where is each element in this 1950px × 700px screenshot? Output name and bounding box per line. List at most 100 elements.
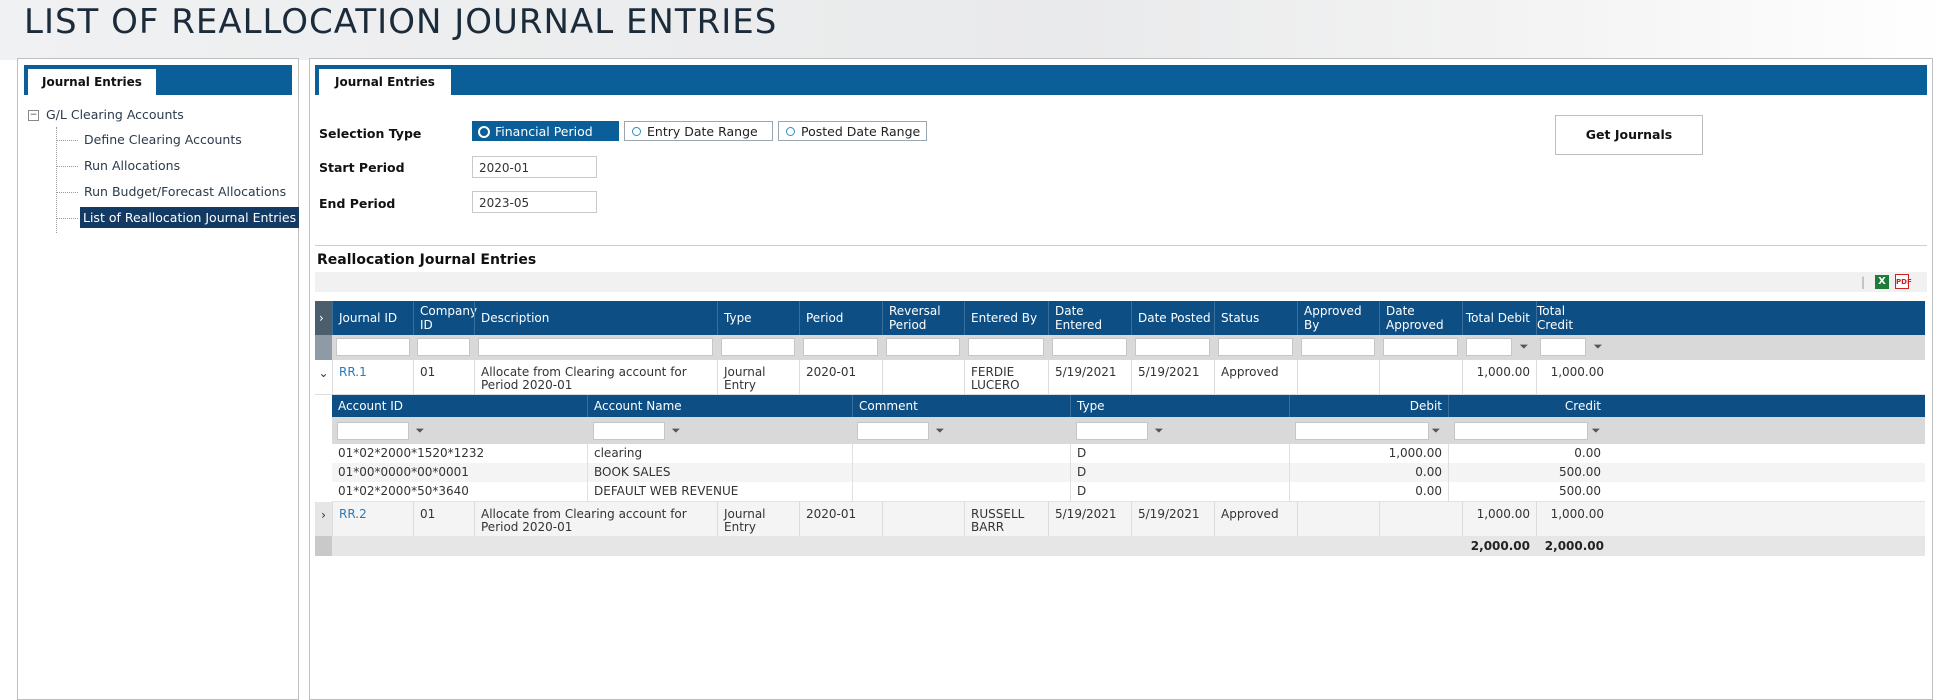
expand-row-icon[interactable]: › [315, 502, 332, 536]
cell-status: Approved [1214, 360, 1297, 394]
start-period-label: Start Period [319, 160, 405, 175]
cell-account-id: 01*02*2000*50*3640 [338, 484, 469, 498]
radio-posted-date-range[interactable]: Posted Date Range [778, 121, 927, 141]
cell-account-id: 01*00*0000*00*0001 [338, 465, 469, 479]
cell-date-approved [1379, 360, 1462, 394]
collapse-row-icon[interactable]: ⌄ [315, 360, 332, 394]
detail-grid: Account ID Account Name Comment Type Deb… [332, 395, 1925, 502]
col-debit[interactable]: Debit [1289, 395, 1448, 417]
totals-row: 2,000.00 2,000.00 [315, 536, 1925, 556]
col-account-id[interactable]: Account ID [332, 395, 587, 417]
col-company-id[interactable]: Company ID [413, 301, 477, 335]
col-approved-by[interactable]: Approved By [1297, 301, 1379, 335]
cell-comment [852, 444, 1070, 463]
navigation-panel: Journal Entries − G/L Clearing Accounts … [17, 58, 300, 700]
col-status[interactable]: Status [1214, 301, 1297, 335]
col-date-posted[interactable]: Date Posted [1131, 301, 1214, 335]
col-total-debit[interactable]: Total Debit [1462, 301, 1536, 335]
col-account-name[interactable]: Account Name [587, 395, 852, 417]
tree-root-gl-clearing[interactable]: − G/L Clearing Accounts [26, 103, 299, 127]
radio-financial-period[interactable]: Financial Period [472, 121, 619, 141]
filter-approved-by[interactable] [1301, 338, 1375, 356]
right-tab-strip: Journal Entries [315, 65, 1927, 95]
detail-row[interactable]: 01*00*0000*00*0001 BOOK SALES D 0.00 500… [332, 463, 1925, 483]
filter-journal-id[interactable] [336, 338, 410, 356]
filter-date-posted[interactable] [1135, 338, 1210, 356]
radio-entry-date-range[interactable]: Entry Date Range [624, 121, 773, 141]
filter-description[interactable] [478, 338, 713, 356]
filter-icon[interactable]: ⏷ [1151, 423, 1167, 439]
col-date-approved[interactable]: Date Approved [1379, 301, 1462, 335]
pdf-export-icon[interactable]: PDF [1895, 274, 1912, 289]
col-entered-by[interactable]: Entered By [964, 301, 1048, 335]
cell-credit: 500.00 [1448, 482, 1607, 501]
filter-reversal-period[interactable] [886, 338, 960, 356]
tree-item-run-allocations[interactable]: Run Allocations [26, 153, 299, 179]
grid-toolbar: | X PDF [315, 272, 1927, 292]
start-period-input[interactable]: 2020-01 [472, 156, 597, 178]
filter-account-name[interactable] [593, 422, 665, 440]
col-period[interactable]: Period [799, 301, 882, 335]
col-detail-type[interactable]: Type [1070, 395, 1289, 417]
expand-all-icon[interactable]: › [315, 301, 332, 335]
col-date-entered[interactable]: Date Entered [1048, 301, 1131, 335]
filter-detail-type[interactable] [1076, 422, 1148, 440]
divider [315, 245, 1927, 246]
col-description[interactable]: Description [474, 301, 717, 335]
filter-total-credit[interactable] [1540, 338, 1586, 356]
col-total-credit[interactable]: Total Credit [1536, 301, 1610, 335]
cell-approved-by [1297, 360, 1379, 394]
table-row[interactable]: › RR.2 01 Allocate from Clearing account… [315, 502, 1925, 537]
excel-export-icon[interactable]: X [1875, 275, 1889, 289]
radio-selected-icon [478, 126, 490, 138]
cell-reversal-period [882, 360, 964, 394]
filter-status[interactable] [1218, 338, 1293, 356]
filter-credit[interactable] [1454, 422, 1588, 440]
tree-item-label: List of Reallocation Journal Entries [80, 207, 300, 228]
filter-entered-by[interactable] [968, 338, 1044, 356]
filter-comment[interactable] [857, 422, 929, 440]
end-period-input[interactable]: 2023-05 [472, 191, 597, 213]
filter-date-entered[interactable] [1052, 338, 1127, 356]
filter-icon[interactable]: ⏷ [1588, 423, 1604, 439]
col-comment[interactable]: Comment [852, 395, 1070, 417]
col-credit[interactable]: Credit [1448, 395, 1607, 417]
col-type[interactable]: Type [717, 301, 799, 335]
col-journal-id[interactable]: Journal ID [332, 301, 413, 335]
get-journals-button[interactable]: Get Journals [1555, 115, 1703, 155]
tab-journal-entries-left[interactable]: Journal Entries [28, 69, 156, 95]
col-reversal-period[interactable]: Reversal Period [882, 301, 964, 335]
tree-item-list-reallocation-journal-entries[interactable]: List of Reallocation Journal Entries [26, 205, 300, 231]
filter-icon[interactable]: ⏷ [1590, 339, 1606, 355]
cell-date-posted: 5/19/2021 [1131, 502, 1214, 536]
tree-item-label: Define Clearing Accounts [84, 132, 242, 147]
collapse-icon[interactable]: − [28, 110, 39, 121]
cell-credit: 0.00 [1448, 444, 1607, 463]
filter-company-id[interactable] [417, 338, 470, 356]
filter-icon[interactable]: ⏷ [668, 423, 684, 439]
tree-item-define-clearing-accounts[interactable]: Define Clearing Accounts [26, 127, 299, 153]
journal-id-link[interactable]: RR.1 [332, 360, 413, 394]
filter-icon[interactable]: ⏷ [1516, 339, 1532, 355]
radio-label: Entry Date Range [647, 124, 758, 139]
filter-type[interactable] [721, 338, 795, 356]
grid-header: › Journal ID Company ID Description Type… [315, 301, 1925, 335]
filter-icon[interactable]: ⏷ [932, 423, 948, 439]
filter-debit[interactable] [1295, 422, 1429, 440]
filter-date-approved[interactable] [1383, 338, 1458, 356]
left-tab-strip: Journal Entries [24, 65, 292, 95]
cell-status: Approved [1214, 502, 1297, 536]
tab-journal-entries[interactable]: Journal Entries [319, 69, 451, 95]
filter-icon[interactable]: ⏷ [412, 423, 428, 439]
filter-total-debit[interactable] [1466, 338, 1512, 356]
detail-row[interactable]: 01*02*2000*50*3640 DEFAULT WEB REVENUE D… [332, 482, 1925, 502]
journal-id-link[interactable]: RR.2 [332, 502, 413, 536]
filter-account-id[interactable] [337, 422, 409, 440]
cell-approved-by [1297, 502, 1379, 536]
filter-icon[interactable]: ⏷ [1428, 423, 1444, 439]
detail-row[interactable]: 01*02*2000*1520*1232 clearing D 1,000.00… [332, 444, 1925, 464]
cell-debit: 0.00 [1289, 482, 1448, 501]
filter-period[interactable] [803, 338, 878, 356]
table-row[interactable]: ⌄ RR.1 01 Allocate from Clearing account… [315, 360, 1925, 395]
tree-item-run-budget-forecast-allocations[interactable]: Run Budget/Forecast Allocations [26, 179, 299, 205]
